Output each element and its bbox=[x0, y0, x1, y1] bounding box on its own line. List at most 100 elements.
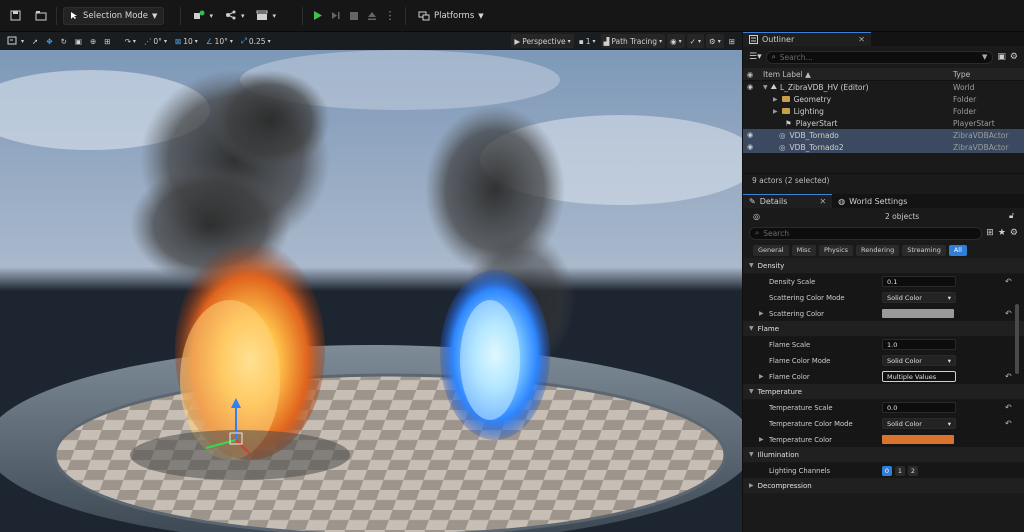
lighting-channel-1[interactable]: 1 bbox=[895, 465, 905, 476]
location-snap-button[interactable]: ⊠ 10 ▾ bbox=[172, 34, 201, 48]
temperature-scale-input[interactable]: 0.0 bbox=[882, 402, 956, 413]
table-view-icon[interactable]: ⊞ bbox=[986, 228, 994, 238]
tab-outliner[interactable]: Outliner ✕ bbox=[743, 32, 871, 46]
section-decompression[interactable]: ▶ Decompression bbox=[743, 478, 1024, 493]
expand-icon[interactable]: ▶ bbox=[773, 108, 778, 115]
play-icon[interactable] bbox=[309, 7, 327, 25]
temperature-color-swatch[interactable] bbox=[882, 435, 954, 444]
outliner-row-vdb-tornado2[interactable]: ◉ ◎ VDB_Tornado2 ZibraVDBActor bbox=[743, 141, 1024, 153]
select-tool-icon[interactable]: ➚ bbox=[29, 34, 41, 48]
lock-icon[interactable]: 🔓︎ bbox=[1009, 211, 1014, 221]
platforms-dropdown[interactable]: Platforms ▼ bbox=[412, 7, 490, 25]
details-search-input[interactable]: ⌕ Search bbox=[749, 226, 983, 240]
decompression-section-label: Decompression bbox=[757, 481, 812, 490]
scale-snap-button[interactable]: ⤢ 0.25 ▾ bbox=[238, 34, 274, 48]
filter-physics[interactable]: Physics bbox=[819, 244, 854, 256]
reset-arrow-icon[interactable]: ↶ bbox=[1005, 309, 1012, 318]
eye-icon[interactable]: ◉ bbox=[743, 131, 757, 139]
reset-arrow-icon[interactable]: ↶ bbox=[1005, 277, 1012, 286]
details-object-header: ◎ 2 objects 🔓︎ bbox=[743, 208, 1024, 224]
visibility-column-icon[interactable]: ◉ bbox=[743, 70, 757, 79]
section-flame[interactable]: ▼ Flame bbox=[743, 321, 1024, 336]
step-icon[interactable] bbox=[327, 7, 345, 25]
eject-icon[interactable] bbox=[363, 7, 381, 25]
add-folder-icon[interactable]: ▣ bbox=[997, 52, 1006, 62]
world-space-icon[interactable]: ⊕ bbox=[87, 34, 99, 48]
show-flags-button[interactable]: ◉ ▾ bbox=[667, 34, 685, 48]
scattering-color-swatch[interactable] bbox=[882, 309, 954, 318]
translate-tool-icon[interactable]: ✥ bbox=[43, 34, 55, 48]
eye-icon[interactable]: ◉ bbox=[743, 143, 757, 151]
flame-color-swatch[interactable]: Multiple Values bbox=[882, 371, 956, 382]
gear-icon[interactable]: ⚙ bbox=[1010, 52, 1018, 62]
lighting-channel-2[interactable]: 2 bbox=[908, 465, 918, 476]
filter-rendering[interactable]: Rendering bbox=[856, 244, 900, 256]
expand-icon[interactable]: ▼ bbox=[763, 84, 768, 91]
section-density[interactable]: ▼ Density bbox=[743, 258, 1024, 273]
outliner-row-geometry[interactable]: ▶ Geometry Folder bbox=[743, 93, 1024, 105]
scattering-mode-dropdown[interactable]: Solid Color ▾ bbox=[882, 292, 956, 303]
density-scale-input[interactable]: 0.1 bbox=[882, 276, 956, 287]
details-scrollbar[interactable] bbox=[1015, 304, 1019, 374]
flame-section-label: Flame bbox=[757, 324, 780, 333]
filter-general[interactable]: General bbox=[753, 244, 789, 256]
filter-misc[interactable]: Misc bbox=[791, 244, 816, 256]
filter-all[interactable]: All bbox=[948, 244, 967, 256]
outliner-row-vdb-tornado[interactable]: ◉ ◎ VDB_Tornado ZibraVDBActor bbox=[743, 129, 1024, 141]
level-viewport[interactable]: ▾ ➚ ✥ ↻ ▣ ⊕ ⊞ ↷ ▾ ⋰ 0° ▾ ⊠ 10 ▾ ∠ 10° ▾ ⤢ 0.… bbox=[0, 32, 742, 532]
expand-icon[interactable]: ▶ bbox=[773, 96, 778, 103]
lighting-channel-0[interactable]: 0 bbox=[882, 465, 892, 476]
flame-mode-dropdown[interactable]: Solid Color ▾ bbox=[882, 355, 956, 366]
tab-world-settings[interactable]: ◍ World Settings bbox=[832, 194, 913, 208]
outliner-column-header: ◉ Item Label ▲ Type bbox=[743, 68, 1024, 81]
stop-icon[interactable] bbox=[345, 7, 363, 25]
geometry-label: Geometry bbox=[793, 94, 832, 104]
section-illumination[interactable]: ▼ Illumination bbox=[743, 447, 1024, 462]
scale-tool-icon[interactable]: ▣ bbox=[72, 34, 85, 48]
close-icon[interactable]: ✕ bbox=[819, 197, 826, 206]
layout-button[interactable]: ▪ 1 ▾ bbox=[576, 34, 599, 48]
view-mode-label: Path Tracing bbox=[611, 36, 658, 46]
rotation-snap-button[interactable]: ↷ ▾ bbox=[122, 34, 139, 48]
angle-snap-button[interactable]: ∠ 10° ▾ bbox=[203, 34, 236, 48]
expand-icon[interactable]: ▶ bbox=[759, 436, 764, 443]
perspective-button[interactable]: ▶ Perspective ▾ bbox=[511, 34, 574, 48]
cinematics-button[interactable]: ▾ bbox=[250, 7, 282, 25]
gear-icon[interactable]: ⚙ bbox=[1010, 228, 1018, 238]
type-column[interactable]: Type bbox=[953, 70, 970, 79]
tab-details[interactable]: ✎ Details ✕ bbox=[743, 194, 833, 208]
more-options-icon[interactable]: ⋮ bbox=[381, 7, 399, 25]
filter-icon[interactable]: ☰▾ bbox=[749, 52, 762, 62]
expand-icon[interactable]: ▶ bbox=[759, 310, 764, 317]
reset-arrow-icon[interactable]: ↶ bbox=[1005, 372, 1012, 381]
surface-snap-icon[interactable]: ⊞ bbox=[101, 34, 113, 48]
outliner-search-input[interactable]: ⌕ Search... ▼ bbox=[765, 50, 994, 64]
realtime-button[interactable]: ✓ ▾ bbox=[686, 34, 704, 48]
maximize-viewport-icon[interactable]: ⊞ bbox=[726, 34, 738, 48]
rotate-tool-icon[interactable]: ↻ bbox=[58, 34, 70, 48]
rotation-snap-value: 0° bbox=[153, 36, 162, 46]
add-actor-button[interactable]: ▾ bbox=[187, 7, 219, 25]
content-browser-icon[interactable] bbox=[32, 7, 50, 25]
selection-mode-dropdown[interactable]: Selection Mode ▼ bbox=[63, 6, 165, 25]
expand-icon[interactable]: ▶ bbox=[759, 373, 764, 380]
item-label-column[interactable]: Item Label ▲ bbox=[763, 70, 811, 79]
grid-snap-toggle[interactable]: ⋰ 0° ▾ bbox=[141, 34, 170, 48]
save-icon[interactable] bbox=[6, 7, 24, 25]
eye-icon[interactable]: ◉ bbox=[743, 83, 757, 91]
reset-arrow-icon[interactable]: ↶ bbox=[1005, 403, 1012, 412]
section-temperature[interactable]: ▼ Temperature bbox=[743, 384, 1024, 399]
settings-button[interactable]: ⚙ ▾ bbox=[705, 34, 724, 48]
filter-streaming[interactable]: Streaming bbox=[902, 244, 946, 256]
outliner-row-lighting[interactable]: ▶ Lighting Folder bbox=[743, 105, 1024, 117]
reset-arrow-icon[interactable]: ↶ bbox=[1005, 419, 1012, 428]
outliner-row-world[interactable]: ◉ ▼ ⛰ L_ZibraVDB_HV (Editor) World bbox=[743, 81, 1024, 93]
blueprint-button[interactable]: ▾ bbox=[219, 7, 251, 25]
view-mode-button[interactable]: ▟ Path Tracing ▾ bbox=[600, 34, 666, 48]
temperature-mode-dropdown[interactable]: Solid Color ▾ bbox=[882, 418, 956, 429]
close-icon[interactable]: ✕ bbox=[858, 35, 865, 44]
outliner-row-playerstart[interactable]: ⚑ PlayerStart PlayerStart bbox=[743, 117, 1024, 129]
star-icon[interactable]: ★ bbox=[998, 228, 1006, 238]
viewport-options-button[interactable]: ▾ bbox=[4, 34, 27, 48]
flame-scale-input[interactable]: 1.0 bbox=[882, 339, 956, 350]
